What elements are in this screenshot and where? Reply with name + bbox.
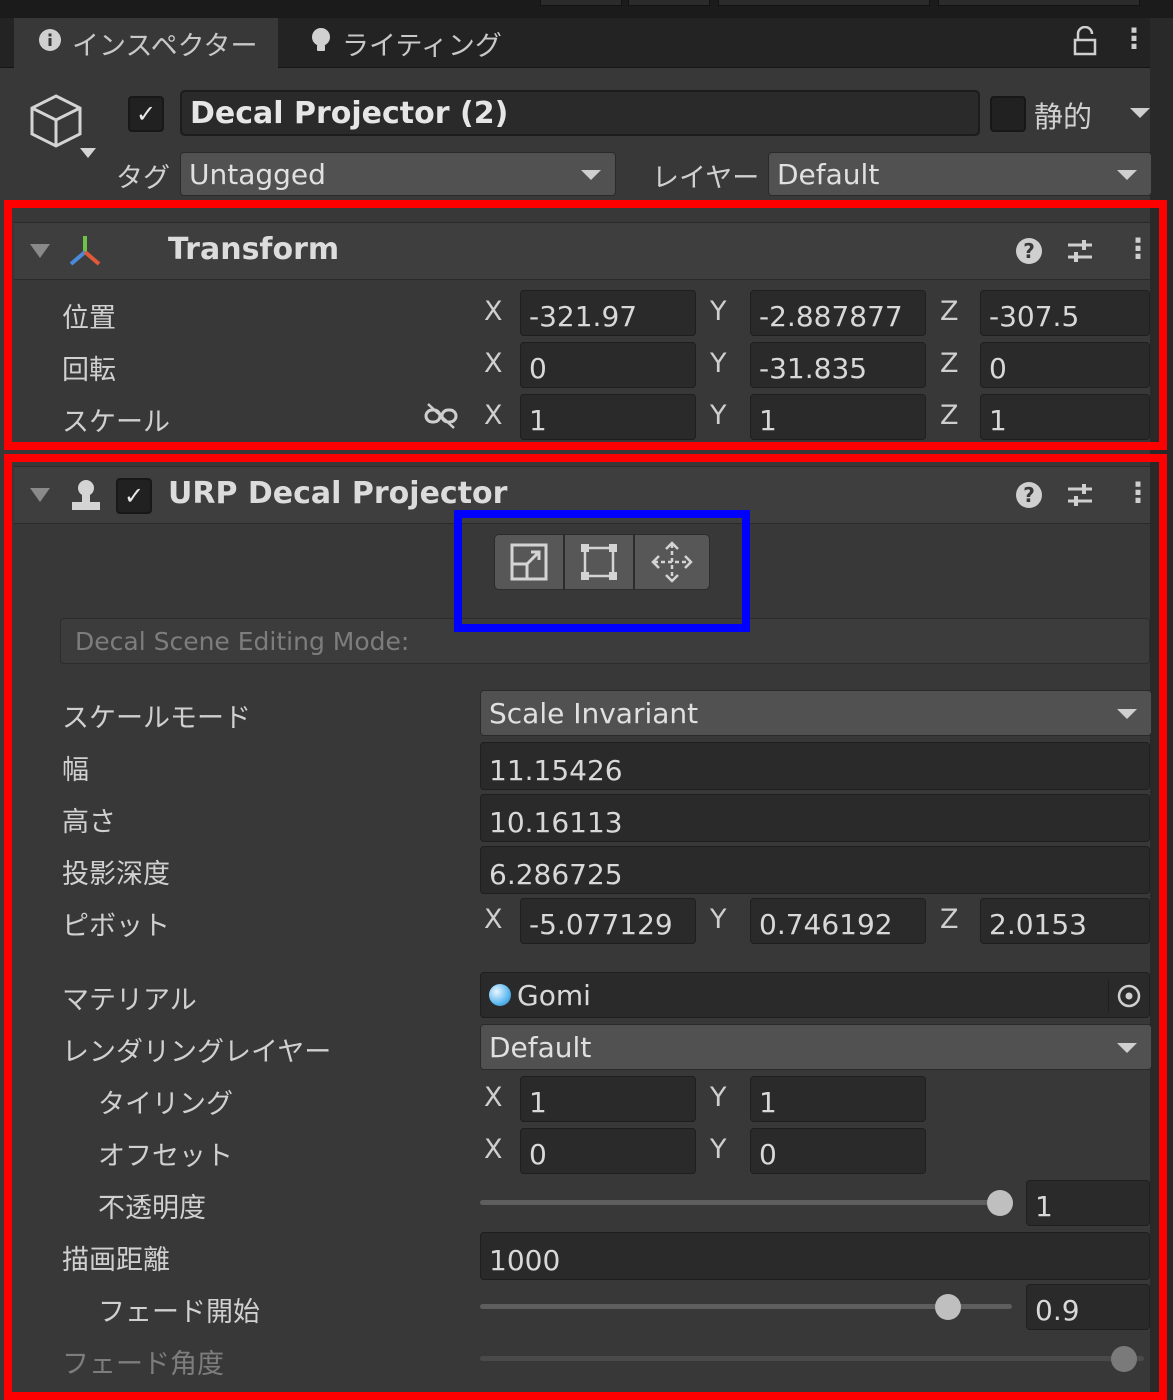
gameobject-name: Decal Projector (2)	[190, 95, 509, 131]
lock-icon[interactable]	[1072, 25, 1098, 56]
info-icon	[38, 28, 62, 58]
tag-value: Untagged	[189, 157, 326, 191]
tab-menu-kebab-icon[interactable]: ⋮	[1120, 22, 1148, 55]
tab-lighting-label: ライティング	[342, 30, 502, 62]
gameobject-active-checkbox[interactable]: ✓	[128, 96, 164, 132]
static-dropdown-arrow-icon[interactable]	[1130, 108, 1150, 118]
gameobject-name-input[interactable]: Decal Projector (2)	[180, 90, 980, 136]
gameobject-cube-icon[interactable]	[28, 92, 98, 162]
static-label: 静的	[1034, 100, 1093, 134]
top-strip	[0, 0, 1173, 18]
tag-dropdown[interactable]: Untagged	[180, 152, 616, 196]
tag-label: タグ	[116, 163, 170, 194]
tab-lighting[interactable]: ライティング	[300, 18, 540, 68]
tab-inspector[interactable]: インスペクター	[14, 18, 278, 68]
editing-mode-highlight-box	[454, 510, 750, 632]
layer-value: Default	[777, 157, 880, 191]
tab-inspector-label: インスペクター	[72, 30, 258, 62]
layer-dropdown[interactable]: Default	[768, 152, 1152, 196]
chevron-down-icon	[1117, 170, 1137, 180]
lightbulb-icon	[310, 27, 332, 59]
static-checkbox[interactable]	[990, 96, 1026, 132]
layer-label: レイヤー	[652, 163, 760, 194]
chevron-down-icon	[581, 170, 601, 180]
tab-bar: インスペクター ライティング ⋮	[0, 18, 1150, 68]
transform-highlight-box	[4, 200, 1167, 450]
